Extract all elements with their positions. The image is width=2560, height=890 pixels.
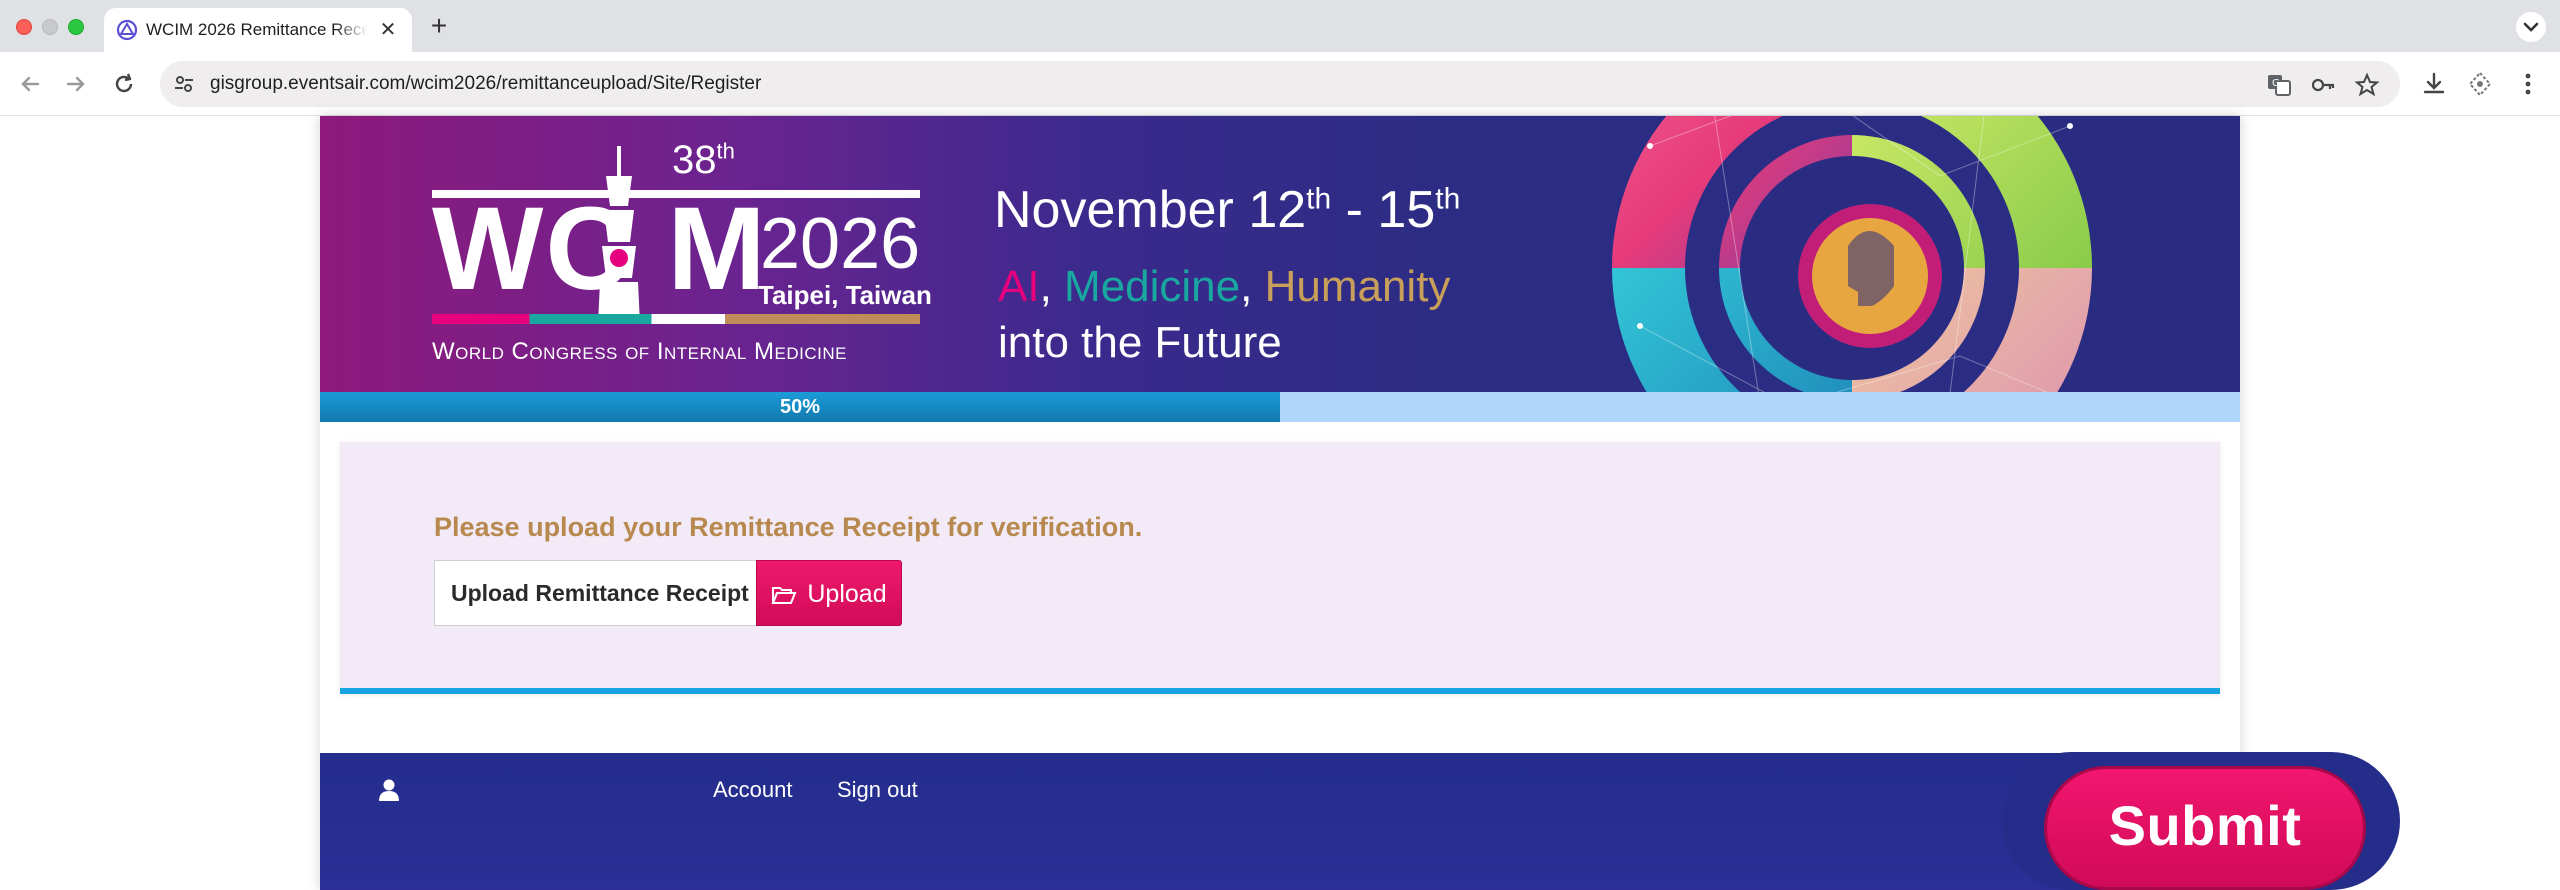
event-banner: 38th WC M 2026 Taipei, Taiwan World Cong… xyxy=(320,116,2240,392)
registration-page: 38th WC M 2026 Taipei, Taiwan World Cong… xyxy=(320,116,2240,890)
user-icon xyxy=(379,779,399,801)
password-key-icon[interactable] xyxy=(2310,72,2336,98)
registration-progress-bar: 50% xyxy=(320,392,2240,422)
svg-text:G: G xyxy=(2272,78,2280,89)
event-tagline-line2: into the Future xyxy=(998,318,1282,367)
browser-tab-strip: WCIM 2026 Remittance Receipt ✕ + xyxy=(0,0,2560,52)
browser-tab-active[interactable]: WCIM 2026 Remittance Receipt ✕ xyxy=(104,8,412,52)
taipei-101-tower-icon xyxy=(598,146,640,324)
event-tagline: AI, Medicine, Humanity xyxy=(998,262,1451,311)
forward-button[interactable] xyxy=(60,68,92,100)
event-dates: November 12th - 15th xyxy=(994,181,1461,239)
window-minimize-button[interactable] xyxy=(42,19,58,35)
address-bar[interactable]: gisgroup.eventsair.com/wcim2026/remittan… xyxy=(160,61,2400,107)
upload-panel: Please upload your Remittance Receipt fo… xyxy=(340,442,2220,694)
extensions-icon[interactable] xyxy=(2466,70,2494,98)
arrow-left-icon xyxy=(21,76,40,92)
event-year: 2026 xyxy=(760,204,921,284)
congress-name: World Congress of Internal Medicine xyxy=(432,338,847,365)
upload-field-label[interactable]: Upload Remittance Receipt xyxy=(434,560,756,626)
new-tab-button[interactable]: + xyxy=(424,12,454,42)
submit-button[interactable]: Submit xyxy=(2044,766,2366,890)
folder-open-icon xyxy=(771,587,797,604)
file-upload-group: Upload Remittance Receipt Upload xyxy=(434,560,902,626)
more-menu-icon[interactable] xyxy=(2514,70,2542,98)
event-city: Taipei, Taiwan xyxy=(758,280,932,310)
download-icon[interactable] xyxy=(2420,70,2448,98)
bookmark-star-icon[interactable] xyxy=(2354,72,2380,98)
tab-close-icon[interactable]: ✕ xyxy=(376,18,400,42)
upload-instruction: Please upload your Remittance Receipt fo… xyxy=(434,512,1143,542)
upload-button[interactable]: Upload xyxy=(756,560,902,626)
eventsair-favicon-icon xyxy=(116,19,138,41)
account-link[interactable]: Account xyxy=(713,777,793,803)
arrow-right-icon xyxy=(66,76,85,92)
signout-link[interactable]: Sign out xyxy=(837,777,918,803)
window-zoom-button[interactable] xyxy=(68,19,84,35)
logo-color-strip xyxy=(432,314,920,324)
site-settings-icon[interactable] xyxy=(172,72,196,96)
page-footer-bar: Account Sign out xyxy=(320,753,2240,890)
chevron-down-icon xyxy=(2523,22,2539,32)
reload-icon xyxy=(115,73,133,93)
edition-number: 38th xyxy=(672,138,735,182)
ai-globe-artwork-icon xyxy=(1612,116,2092,392)
translate-icon[interactable]: G xyxy=(2266,72,2292,98)
reload-button[interactable] xyxy=(108,68,140,100)
progress-percent-label: 50% xyxy=(779,396,821,418)
submit-button-container: Submit xyxy=(2002,752,2400,890)
tab-title: WCIM 2026 Remittance Receipt xyxy=(146,20,368,39)
tab-search-button[interactable] xyxy=(2516,12,2546,42)
window-close-button[interactable] xyxy=(16,19,32,35)
back-button[interactable] xyxy=(14,68,46,100)
upload-button-label: Upload xyxy=(807,580,887,608)
url-text: gisgroup.eventsair.com/wcim2026/remittan… xyxy=(210,73,762,94)
browser-toolbar: gisgroup.eventsair.com/wcim2026/remittan… xyxy=(0,52,2560,116)
